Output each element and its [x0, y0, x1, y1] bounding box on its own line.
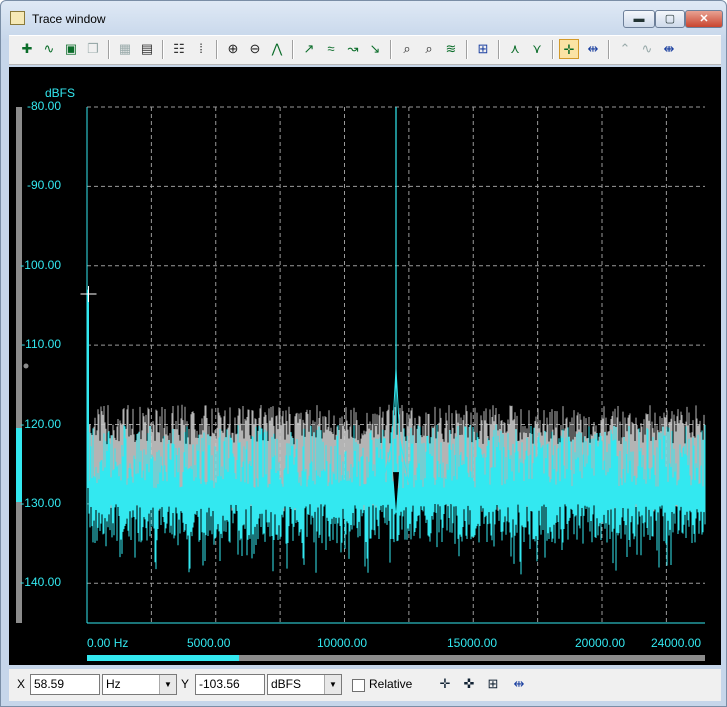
y-scrollbar-thumb [16, 428, 22, 502]
marker-table-icon[interactable]: ✛ [559, 39, 579, 59]
marker-prev-icon[interactable]: ↘ [365, 39, 385, 59]
add-marker-alt-icon[interactable]: ✜ [459, 674, 479, 694]
toolbar-separator [390, 40, 392, 59]
trace-window: Trace window ▬ ▢ ✕ ✚ ∿ ▣ ❐ ▦ ▤ ☷ ⁞ ⊕ ⊖ ⋀… [0, 0, 727, 707]
table-icon[interactable]: ⁞ [191, 39, 211, 59]
disabled-pin-icon[interactable]: ⇼ [659, 39, 679, 59]
properties-icon[interactable]: ☷ [169, 39, 189, 59]
smooth-icon[interactable]: ≋ [441, 39, 461, 59]
y-unit-value: dBFS [271, 677, 302, 691]
window-title: Trace window [32, 12, 106, 26]
marker-peak-icon[interactable]: ≈ [321, 39, 341, 59]
toolbar-separator [162, 40, 164, 59]
x-unit-select[interactable]: Hz ▼ [102, 674, 177, 695]
minimize-button[interactable]: ▬ [623, 10, 655, 28]
toolbar-separator [292, 40, 294, 59]
zoom-out-icon[interactable]: ⊖ [245, 39, 265, 59]
y-tick-label: -140.00 [20, 575, 61, 590]
marker-next-icon[interactable]: ↝ [343, 39, 363, 59]
y-tick-label: -90.00 [26, 178, 61, 193]
grid-icon[interactable]: ▦ [115, 39, 135, 59]
close-button[interactable]: ✕ [685, 10, 723, 28]
relative-label: Relative [369, 677, 413, 691]
search-left-icon[interactable]: ⌕ [397, 39, 417, 59]
x-tick-label: 10000.00 [317, 636, 368, 650]
spectrum-svg[interactable] [9, 67, 721, 665]
peak-down-icon[interactable]: ⋎ [527, 39, 547, 59]
x-unit-value: Hz [106, 677, 121, 691]
export-icon[interactable]: ▤ [137, 39, 157, 59]
trace-app-icon [10, 11, 25, 25]
toolbar-separator [498, 40, 500, 59]
y-tick-label: -120.00 [20, 416, 61, 431]
x-value-field[interactable]: 58.59 [30, 674, 100, 695]
copy-trace-icon[interactable]: ❐ [83, 39, 103, 59]
y-axis-unit: dBFS [45, 86, 76, 100]
chevron-down-icon[interactable]: ▼ [159, 675, 176, 694]
trace-add-icon[interactable]: ✚ [17, 39, 37, 59]
autoscale-icon[interactable]: ⋀ [267, 39, 287, 59]
save-trace-icon[interactable]: ▣ [61, 39, 81, 59]
x-tick-label: 20000.00 [575, 636, 626, 650]
spectrum-plot[interactable]: dBFS -80.00 -90.00 -100.00 -110.00 -120.00 -1… [9, 67, 721, 665]
y-tick-label: -110.00 [21, 337, 61, 352]
y-label: Y [181, 677, 190, 691]
title-bar[interactable]: Trace window ▬ ▢ ✕ [1, 1, 726, 29]
fit-icon[interactable]: ⊞ [473, 39, 493, 59]
status-bar: X 58.59 Hz ▼ Y -103.56 dBFS ▼ Relative ✛… [9, 669, 721, 701]
x-tick-label: 5000.00 [187, 636, 231, 650]
x-tick-label: 0.00 Hz [87, 636, 129, 650]
disabled-up-icon[interactable]: ⌃ [615, 39, 635, 59]
add-marker-icon[interactable]: ✛ [435, 674, 455, 694]
x-scrollbar-thumb [87, 655, 239, 661]
zoom-in-icon[interactable]: ⊕ [223, 39, 243, 59]
toolbar-separator [608, 40, 610, 59]
trace-wave-icon[interactable]: ∿ [39, 39, 59, 59]
toolbar-separator [216, 40, 218, 59]
toolbar: ✚ ∿ ▣ ❐ ▦ ▤ ☷ ⁞ ⊕ ⊖ ⋀ ↗ ≈ ↝ ↘ ⌕ ⌕ ≋ ⊞ ⋏ … [9, 35, 721, 65]
y-tick-label: -130.00 [20, 495, 61, 510]
x-tick-label: 24000.00 [651, 636, 702, 650]
toolbar-separator [108, 40, 110, 59]
marker-frame-icon[interactable]: ⊞ [483, 674, 503, 694]
y-scroll-marker [23, 363, 29, 369]
toolbar-separator [466, 40, 468, 59]
marker-move-icon[interactable]: ⇹ [509, 674, 529, 694]
x-label: X [17, 677, 26, 691]
disabled-wave-icon[interactable]: ∿ [637, 39, 657, 59]
delta-marker-icon[interactable]: ⇹ [583, 39, 603, 59]
x-tick-label: 15000.00 [447, 636, 498, 650]
plot-area: dBFS -80.00 -90.00 -100.00 -110.00 -120.00 -1… [9, 67, 721, 665]
maximize-button[interactable]: ▢ [655, 10, 685, 28]
toolbar-separator [552, 40, 554, 59]
y-value-field[interactable]: -103.56 [195, 674, 265, 695]
search-right-icon[interactable]: ⌕ [419, 39, 439, 59]
y-unit-select[interactable]: dBFS ▼ [267, 674, 342, 695]
relative-checkbox[interactable] [352, 679, 365, 692]
y-tick-label: -80.00 [26, 99, 61, 113]
y-tick-label: -100.00 [20, 257, 61, 272]
chevron-down-icon[interactable]: ▼ [324, 675, 341, 694]
marker-left-icon[interactable]: ↗ [299, 39, 319, 59]
peak-up-icon[interactable]: ⋏ [505, 39, 525, 59]
